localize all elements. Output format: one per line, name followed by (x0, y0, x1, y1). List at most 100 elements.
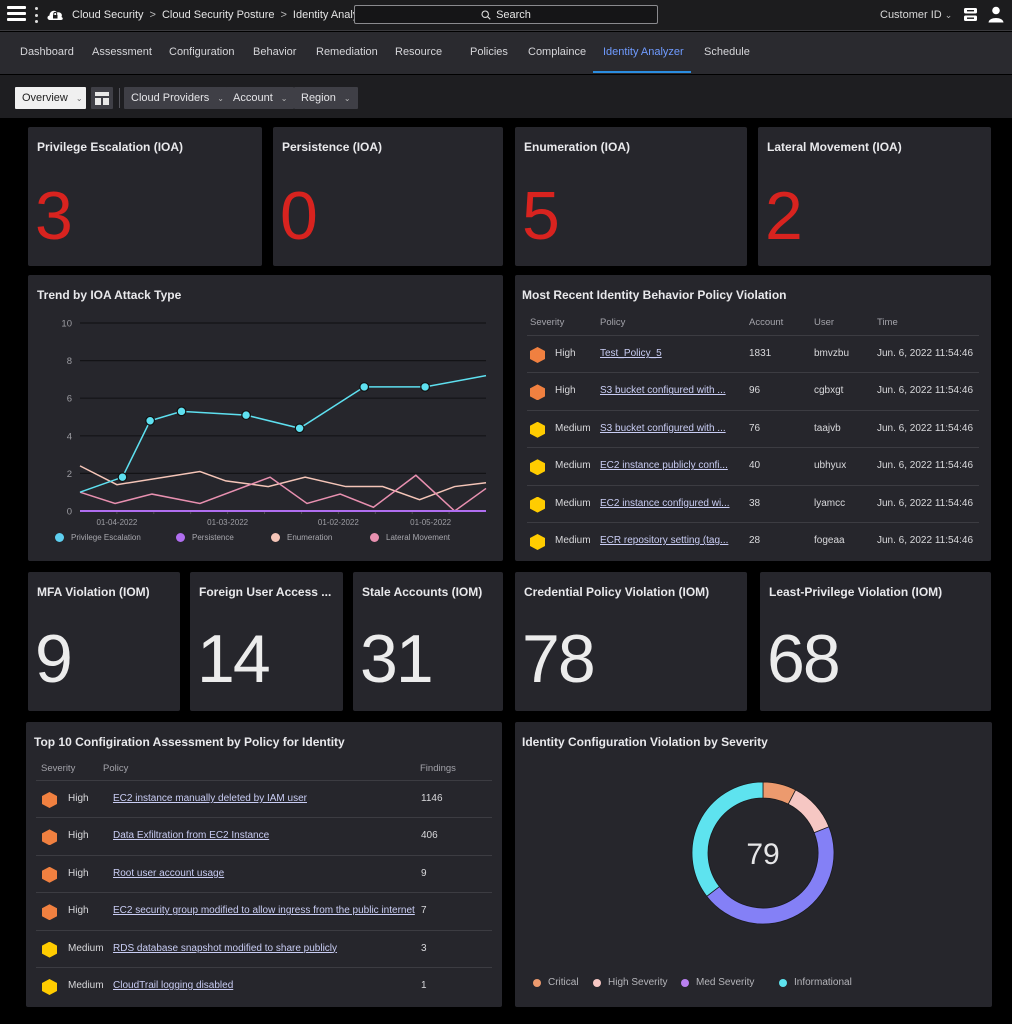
table-row[interactable]: High S3 bucket configured with ... 96 cgbxg… (527, 372, 979, 409)
severity-label: Medium (68, 942, 104, 954)
column-header-severity[interactable]: Severity (530, 317, 564, 328)
account-cell: 38 (749, 497, 761, 509)
breadcrumb-item[interactable]: Cloud Security Posture (162, 9, 275, 21)
table-row[interactable]: High Root user account usage 9 (36, 854, 492, 892)
severity-hexagon-icon (530, 421, 545, 438)
data-point[interactable] (294, 423, 305, 434)
user-icon[interactable] (988, 6, 1004, 23)
time-cell: Jun. 6, 2022 11:54:46 (877, 535, 974, 546)
column-header-user[interactable]: User (814, 317, 834, 328)
x-tick-label: 01-02-2022 (318, 518, 359, 527)
kpi-card-least-privilege[interactable]: Least-Privilege Violation (IOM) 68 (760, 572, 991, 711)
account-cell: 28 (749, 535, 761, 546)
tab-compliance[interactable]: Complaince (528, 46, 586, 58)
tab-resource[interactable]: Resource (395, 46, 442, 58)
hamburger-menu-icon[interactable] (7, 6, 26, 21)
policy-link[interactable]: S3 bucket configured with ... (600, 423, 726, 434)
table-row[interactable]: Medium ECR repository setting (tag... 28 fo… (527, 522, 979, 559)
region-dropdown[interactable]: Region ⌄ (294, 87, 358, 109)
policy-link[interactable]: Test_Policy_5 (600, 348, 662, 359)
customer-id-dropdown[interactable]: Customer ID ⌄ (880, 9, 952, 21)
policy-link[interactable]: CloudTrail logging disabled (113, 980, 233, 991)
kpi-card-mfa-violation[interactable]: MFA Violation (IOM) 9 (28, 572, 180, 711)
policy-link[interactable]: EC2 instance publicly confi... (600, 460, 728, 471)
tab-dashboard[interactable]: Dashboard (20, 46, 74, 58)
table-row[interactable]: Medium CloudTrail logging disabled 1 (36, 967, 492, 1004)
kpi-card-credential-policy[interactable]: Credential Policy Violation (IOM) 78 (515, 572, 747, 711)
table-row[interactable]: Medium EC2 instance publicly confi... 40 ub… (527, 447, 979, 484)
tab-behavior[interactable]: Behavior (253, 46, 296, 58)
policy-link[interactable]: S3 bucket configured with ... (600, 385, 726, 396)
legend-item-persistence[interactable]: Persistence (176, 533, 234, 542)
policy-link[interactable]: EC2 instance configured wi... (600, 498, 730, 509)
table-row[interactable]: High Data Exfiltration from EC2 Instance 4… (36, 817, 492, 854)
data-point[interactable] (176, 406, 187, 417)
series-line-privilege-escalation[interactable] (79, 374, 487, 493)
severity-donut-card: Identity Configuration Violation by Seve… (515, 722, 992, 1007)
column-header-severity[interactable]: Severity (41, 763, 75, 774)
tab-identity-analyzer[interactable]: Identity Analyzer (603, 46, 684, 58)
cloud-providers-dropdown[interactable]: Cloud Providers ⌄ (124, 87, 231, 109)
tab-policies[interactable]: Policies (470, 46, 508, 58)
table-row[interactable]: Medium RDS database snapshot modified to … (36, 929, 492, 967)
cloud-lock-icon[interactable] (46, 6, 64, 22)
policy-link[interactable]: Data Exfiltration from EC2 Instance (113, 830, 269, 841)
policy-link[interactable]: EC2 security group modified to allow ing… (113, 905, 415, 916)
stack-icon[interactable] (963, 7, 978, 22)
kpi-card-foreign-user-access[interactable]: Foreign User Access ... 14 (190, 572, 343, 711)
donut-slice-high-severity[interactable] (787, 789, 830, 834)
column-header-time[interactable]: Time (877, 317, 898, 328)
legend-item-privilege-escalation[interactable]: Privilege Escalation (55, 533, 141, 542)
table-row[interactable]: Medium S3 bucket configured with ... 76 taa… (527, 409, 979, 447)
kpi-card-stale-accounts[interactable]: Stale Accounts (IOM) 31 (353, 572, 503, 711)
table-row[interactable]: High EC2 instance manually deleted by IAM… (36, 780, 492, 817)
table-row[interactable]: Medium EC2 instance configured wi... 38 lya… (527, 484, 979, 522)
legend-item-critical[interactable]: Critical (533, 977, 579, 988)
policy-link[interactable]: RDS database snapshot modified to share … (113, 943, 337, 954)
column-header-policy[interactable]: Policy (103, 763, 128, 774)
legend-item-informational[interactable]: Informational (779, 977, 852, 988)
kpi-title: Privilege Escalation (IOA) (37, 140, 184, 154)
breadcrumb-item[interactable]: Cloud Security (72, 9, 144, 21)
legend-dot (533, 978, 541, 987)
account-dropdown[interactable]: Account ⌄ (226, 87, 295, 109)
layout-button[interactable] (91, 87, 113, 109)
tab-schedule[interactable]: Schedule (704, 46, 750, 58)
data-point[interactable] (145, 415, 156, 426)
kpi-card-lateral-movement[interactable]: Lateral Movement (IOA) 2 (758, 127, 991, 266)
table-row[interactable]: High Test_Policy_5 1831 bmvzbu Jun. 6, 2022 … (527, 335, 979, 372)
more-options-icon[interactable] (34, 7, 38, 23)
policy-link[interactable]: EC2 instance manually deleted by IAM use… (113, 793, 307, 804)
legend-item-high-severity[interactable]: High Severity (593, 977, 667, 988)
tab-remediation[interactable]: Remediation (316, 46, 378, 58)
column-header-findings[interactable]: Findings (420, 763, 456, 774)
legend-dot (779, 978, 787, 987)
legend-label: Enumeration (287, 533, 333, 542)
policy-link[interactable]: ECR repository setting (tag... (600, 535, 728, 546)
legend-label: Critical (548, 977, 579, 988)
policy-link[interactable]: Root user account usage (113, 868, 224, 879)
search-input[interactable]: Search (354, 5, 658, 24)
column-header-policy[interactable]: Policy (600, 317, 625, 328)
legend-item-lateral-movement[interactable]: Lateral Movement (370, 533, 450, 542)
kpi-value: 3 (35, 178, 73, 254)
time-cell: Jun. 6, 2022 11:54:46 (877, 348, 974, 359)
severity-hexagon-icon (42, 866, 57, 883)
kpi-card-enumeration[interactable]: Enumeration (IOA) 5 (515, 127, 747, 266)
column-header-account[interactable]: Account (749, 317, 783, 328)
data-point[interactable] (359, 382, 370, 392)
user-cell: ubhyux (814, 460, 847, 472)
data-point[interactable] (117, 472, 128, 483)
legend-item-enumeration[interactable]: Enumeration (271, 533, 332, 542)
data-point[interactable] (241, 410, 251, 421)
tab-assessment[interactable]: Assessment (92, 46, 152, 58)
view-dropdown[interactable]: Overview ⌄ (15, 87, 86, 109)
legend-dot (55, 533, 64, 542)
data-point[interactable] (420, 382, 431, 392)
tab-configuration[interactable]: Configuration (169, 46, 234, 58)
kpi-value: 14 (197, 621, 271, 697)
kpi-card-persistence[interactable]: Persistence (IOA) 0 (273, 127, 503, 266)
table-row[interactable]: High EC2 security group modified to allow… (36, 892, 492, 929)
legend-item-med-severity[interactable]: Med Severity (681, 977, 754, 988)
kpi-card-privilege-escalation[interactable]: Privilege Escalation (IOA) 3 (28, 127, 262, 266)
